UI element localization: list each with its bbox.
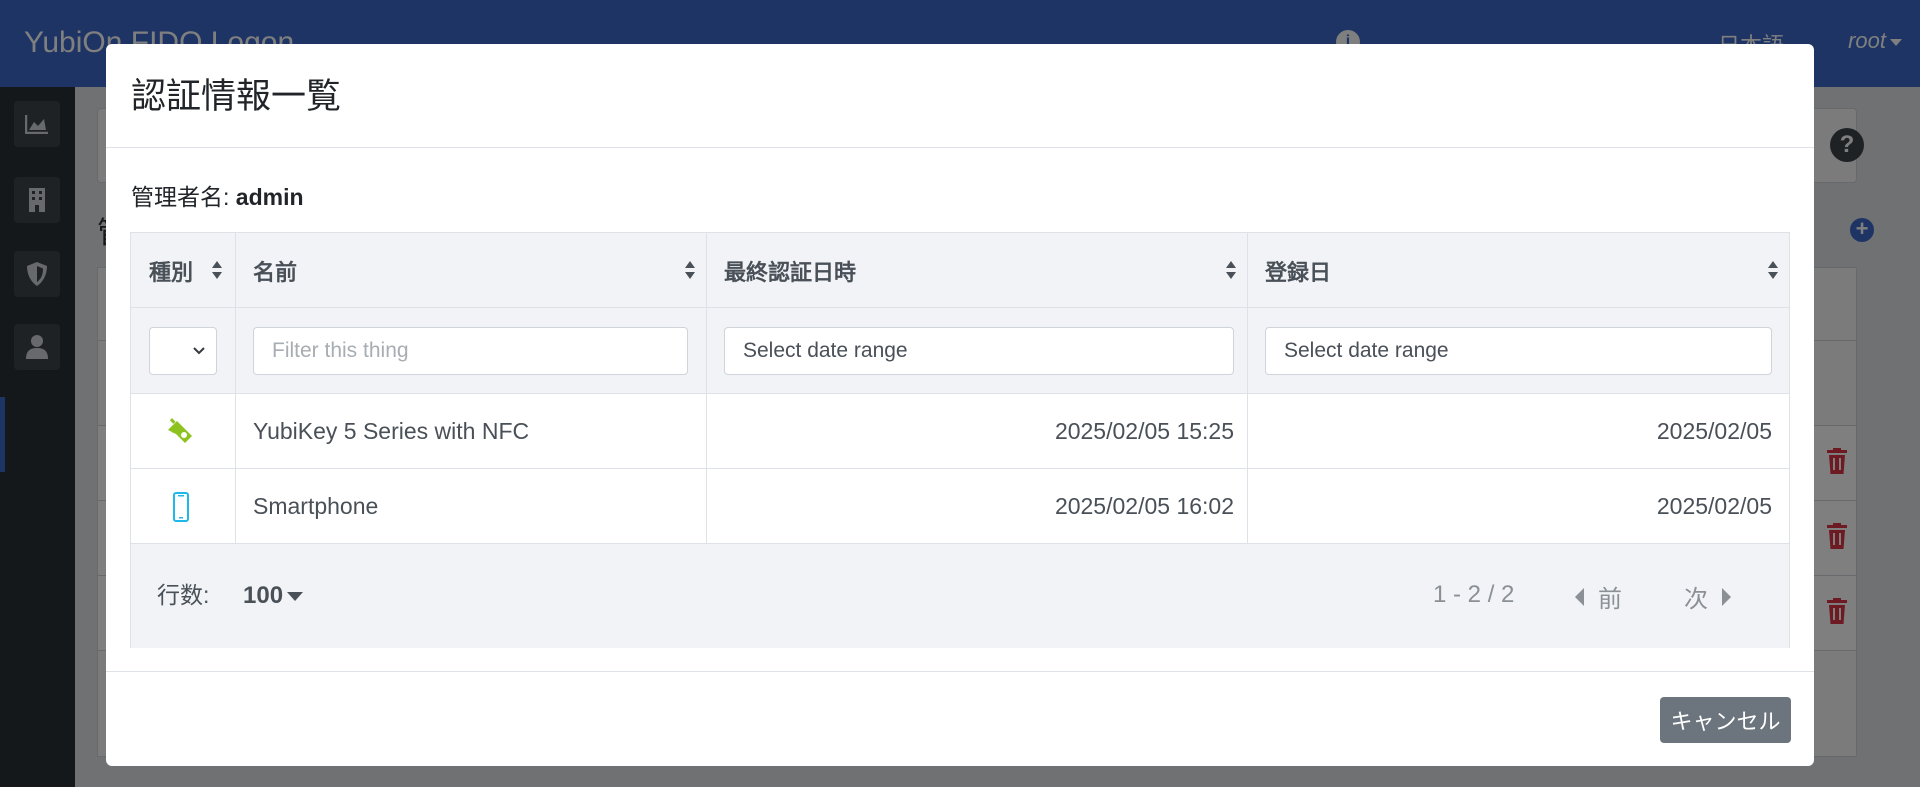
rows-per-page-label: 行数: [157, 582, 210, 608]
next-page-button[interactable]: 次 [1684, 579, 1731, 614]
column-divider [706, 233, 707, 544]
caret-down-icon [287, 591, 304, 601]
sort-icon[interactable] [211, 260, 223, 280]
column-header-name[interactable]: 名前 [253, 233, 297, 308]
column-header-type[interactable]: 種別 [149, 233, 193, 308]
name-cell: Smartphone [253, 493, 379, 519]
registered-date-range-input[interactable]: Select date range [1265, 327, 1772, 375]
admin-name-line: 管理者名: admin [131, 178, 304, 212]
admin-name-label: 管理者名: [131, 184, 230, 210]
previous-page-label: 前 [1598, 586, 1622, 613]
table-header: 種別 名前 最終認証日時 登録日 [131, 233, 1789, 308]
type-cell [173, 469, 189, 544]
column-header-label: 名前 [253, 259, 298, 285]
caret-left-icon [1575, 587, 1584, 606]
chevron-down-icon [193, 347, 205, 355]
modal-footer: キャンセル [106, 671, 1814, 766]
registered-cell: 2025/02/05 [1656, 418, 1772, 444]
previous-page-button[interactable]: 前 [1575, 579, 1622, 614]
type-filter-select[interactable] [149, 327, 217, 375]
sort-icon[interactable] [684, 260, 696, 280]
table-row[interactable]: Smartphone 2025/02/05 16:02 2025/02/05 [131, 469, 1789, 544]
rows-per-page-value: 100 [243, 582, 284, 609]
last-auth-cell: 2025/02/05 15:25 [1054, 418, 1234, 444]
next-page-label: 次 [1684, 586, 1708, 613]
column-divider [1247, 233, 1248, 544]
column-header-last-auth[interactable]: 最終認証日時 [724, 233, 856, 308]
column-header-label: 登録日 [1265, 259, 1332, 285]
smartphone-icon [173, 491, 189, 522]
modal-header: 認証情報一覧 [106, 44, 1814, 148]
rows-per-page-dropdown[interactable]: 100 [243, 582, 304, 610]
column-divider [235, 233, 236, 544]
caret-right-icon [1722, 587, 1731, 606]
name-cell: YubiKey 5 Series with NFC [253, 418, 530, 444]
column-header-registered[interactable]: 登録日 [1265, 233, 1331, 308]
last-auth-date-range-input[interactable]: Select date range [724, 327, 1234, 375]
credentials-modal: 認証情報一覧 管理者名: admin 種別 名前 最終認証日時 登録日 Filt… [106, 44, 1814, 766]
registered-cell: 2025/02/05 [1656, 493, 1772, 519]
admin-name-value: admin [235, 184, 304, 210]
modal-title: 認証情報一覧 [131, 77, 342, 116]
name-filter-input[interactable]: Filter this thing [253, 327, 688, 375]
table-row[interactable]: YubiKey 5 Series with NFC 2025/02/05 15:… [131, 394, 1789, 469]
column-header-label: 最終認証日時 [724, 259, 857, 285]
filter-row: Filter this thing Select date range Sele… [131, 308, 1789, 394]
column-header-label: 種別 [149, 259, 194, 285]
security-key-icon [168, 417, 192, 443]
last-auth-cell: 2025/02/05 16:02 [1054, 493, 1234, 519]
credentials-table: 種別 名前 最終認証日時 登録日 Filter this thing Selec… [130, 232, 1790, 648]
table-footer: 行数: 100 1 - 2 / 2 前 次 [131, 544, 1789, 648]
sort-icon[interactable] [1225, 260, 1237, 280]
sort-icon[interactable] [1767, 260, 1779, 280]
type-cell [165, 394, 197, 469]
pagination-range: 1 - 2 / 2 [1433, 581, 1515, 608]
cancel-button[interactable]: キャンセル [1660, 697, 1791, 743]
